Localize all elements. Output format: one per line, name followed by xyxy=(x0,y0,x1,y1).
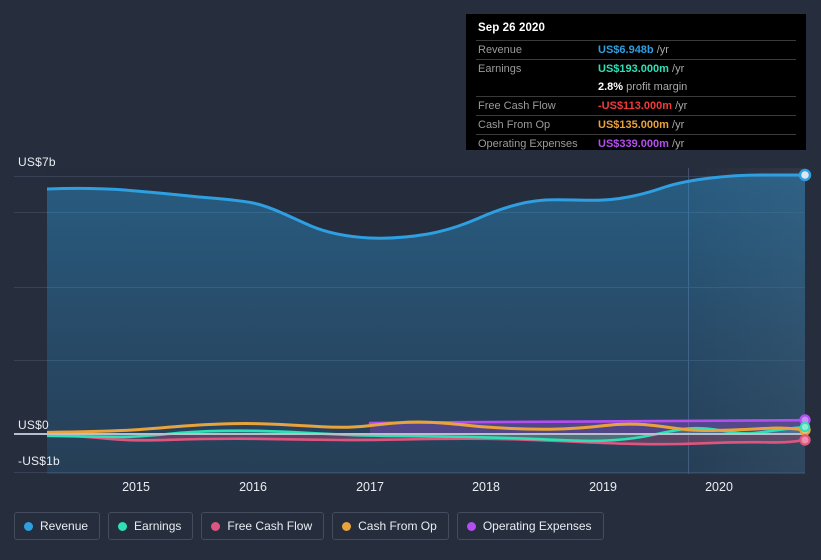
legend-dot-earnings-icon xyxy=(118,521,128,531)
tooltip-label-revenue: Revenue xyxy=(476,40,596,60)
tooltip-unit-cash-from-op: /yr xyxy=(672,119,685,131)
x-axis-label-2015: 2015 xyxy=(122,480,150,494)
tooltip-unit-earnings: /yr xyxy=(672,63,685,75)
legend-item-free-cash-flow[interactable]: Free Cash Flow xyxy=(201,512,325,540)
legend-label-revenue: Revenue xyxy=(40,519,89,533)
legend-label-cash-from-op: Cash From Op xyxy=(358,519,437,533)
legend-item-operating-expenses[interactable]: Operating Expenses xyxy=(456,512,604,540)
x-axis-label-2016: 2016 xyxy=(239,480,267,494)
tooltip-value-operating-expenses: US$339.000m /yr xyxy=(596,134,796,153)
tooltip-amount-free-cash-flow: -US$113.000m xyxy=(598,100,672,112)
legend-label-operating-expenses: Operating Expenses xyxy=(482,519,592,533)
legend-label-free-cash-flow: Free Cash Flow xyxy=(227,519,313,533)
tooltip-row-cash-from-op: Cash From Op US$135.000m /yr xyxy=(476,115,796,135)
tooltip-value-revenue: US$6.948b /yr xyxy=(596,40,796,60)
legend-item-earnings[interactable]: Earnings xyxy=(108,512,194,540)
tooltip-amount-revenue: US$6.948b xyxy=(598,44,654,56)
tooltip-unit-revenue: /yr xyxy=(656,44,669,56)
y-axis-label-bottom: -US$1b xyxy=(18,454,60,468)
tooltip-date: Sep 26 2020 xyxy=(478,22,545,34)
free-cash-flow-endpoint xyxy=(799,434,811,446)
tooltip-row-earnings: Earnings US$193.000m /yr xyxy=(476,59,796,78)
legend-item-cash-from-op[interactable]: Cash From Op xyxy=(332,512,449,540)
tooltip-amount-operating-expenses: US$339.000m xyxy=(598,138,669,150)
tooltip-value-profit-margin: 2.8% profit margin xyxy=(596,78,796,97)
chart-legend: Revenue Earnings Free Cash Flow Cash Fro… xyxy=(14,512,604,540)
y-axis-label-zero: US$0 xyxy=(18,418,49,432)
x-axis-label-2017: 2017 xyxy=(356,480,384,494)
tooltip-amount-earnings: US$193.000m xyxy=(598,63,669,75)
chart-tooltip: Sep 26 2020 Revenue US$6.948b /yr Earnin… xyxy=(466,14,806,153)
tooltip-row-revenue: Revenue US$6.948b /yr xyxy=(476,40,796,60)
legend-dot-revenue-icon xyxy=(24,521,33,531)
legend-dot-operating-expenses-icon xyxy=(466,521,476,531)
tooltip-label-earnings: Earnings xyxy=(476,59,596,78)
tooltip-row-operating-expenses: Operating Expenses US$339.000m /yr xyxy=(476,134,796,153)
legend-dot-free-cash-flow-icon xyxy=(211,521,221,531)
tooltip-unit-operating-expenses: /yr xyxy=(672,138,685,150)
earnings-endpoint xyxy=(799,421,811,433)
tooltip-label-profit-margin xyxy=(476,78,596,97)
tooltip-row-profit-margin: 2.8% profit margin xyxy=(476,78,796,97)
legend-label-earnings: Earnings xyxy=(134,519,182,533)
tooltip-value-free-cash-flow: -US$113.000m /yr xyxy=(596,96,796,116)
tooltip-unit-profit-margin: profit margin xyxy=(626,81,688,93)
tooltip-value-earnings: US$193.000m /yr xyxy=(596,59,796,78)
tooltip-value-cash-from-op: US$135.000m /yr xyxy=(596,115,796,135)
tooltip-label-operating-expenses: Operating Expenses xyxy=(476,134,596,153)
x-axis-label-2019: 2019 xyxy=(589,480,617,494)
legend-dot-cash-from-op-icon xyxy=(342,521,352,531)
tooltip-amount-profit-margin: 2.8% xyxy=(598,81,624,93)
tooltip-label-cash-from-op: Cash From Op xyxy=(476,115,596,135)
legend-item-revenue[interactable]: Revenue xyxy=(14,512,101,540)
revenue-endpoint xyxy=(798,168,812,182)
tooltip-label-free-cash-flow: Free Cash Flow xyxy=(476,96,596,116)
tooltip-amount-cash-from-op: US$135.000m xyxy=(598,119,669,131)
tooltip-table: Revenue US$6.948b /yr Earnings US$193.00… xyxy=(476,40,796,153)
y-axis-label-top: US$7b xyxy=(18,155,56,169)
x-axis-label-2018: 2018 xyxy=(472,480,500,494)
x-axis-label-2020: 2020 xyxy=(705,480,733,494)
tooltip-unit-free-cash-flow: /yr xyxy=(675,100,688,112)
tooltip-row-free-cash-flow: Free Cash Flow -US$113.000m /yr xyxy=(476,96,796,116)
